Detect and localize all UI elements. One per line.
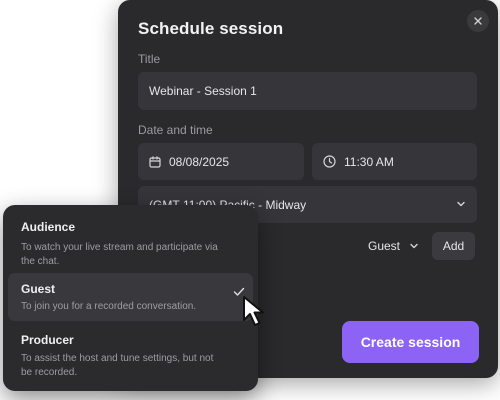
role-option-producer[interactable]: Producer To assist the host and tune set… [8,325,253,385]
role-option-description: To assist the host and tune settings, bu… [21,353,214,378]
time-value: 11:30 AM [344,154,394,169]
close-icon [474,17,482,25]
role-dropdown-menu: Audience To watch your live stream and p… [3,205,258,391]
role-select[interactable]: Guest [368,236,419,256]
date-input[interactable]: 08/08/2025 [138,143,304,180]
calendar-icon [149,155,161,168]
role-select-value: Guest [368,239,401,253]
title-input[interactable]: Webinar - Session 1 [138,72,477,110]
role-option-description: To join you for a recorded conversation. [21,301,197,312]
role-option-title: Guest [21,282,56,296]
chevron-down-icon [409,241,419,251]
create-session-button[interactable]: Create session [342,321,479,363]
mouse-pointer-icon [243,296,264,326]
close-button[interactable] [467,10,489,32]
role-option-guest[interactable]: Guest To join you for a recorded convers… [8,273,253,321]
add-button[interactable]: Add [432,232,475,260]
dialog-title: Schedule session [138,19,284,38]
role-option-description: To watch your live stream and participat… [21,242,218,267]
role-option-title: Audience [21,220,76,234]
time-input[interactable]: 11:30 AM [312,143,477,180]
title-input-value: Webinar - Session 1 [149,84,257,98]
role-option-audience[interactable]: Audience To watch your live stream and p… [8,211,253,271]
date-time-label: Date and time [138,123,213,137]
chevron-down-icon [456,199,466,209]
role-option-title: Producer [21,333,74,347]
title-label: Title [138,52,161,66]
clock-icon [323,155,336,168]
date-value: 08/08/2025 [169,154,230,169]
